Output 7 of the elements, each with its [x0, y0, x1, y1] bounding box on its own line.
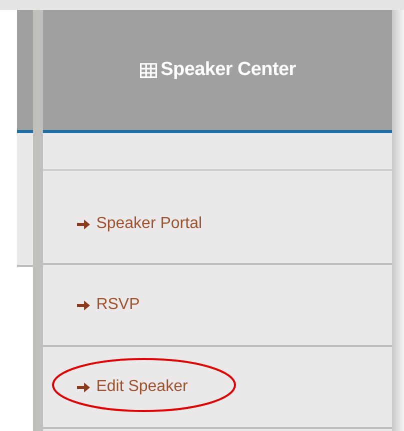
- arrow-icon: [77, 298, 90, 312]
- table-icon: [140, 62, 157, 78]
- panel-title: Speaker Center: [160, 59, 296, 81]
- arrow-icon: [77, 380, 90, 394]
- menu-link[interactable]: RSVP: [77, 296, 140, 314]
- menu-link[interactable]: Speaker Portal: [77, 215, 202, 233]
- arrow-icon: [77, 218, 90, 230]
